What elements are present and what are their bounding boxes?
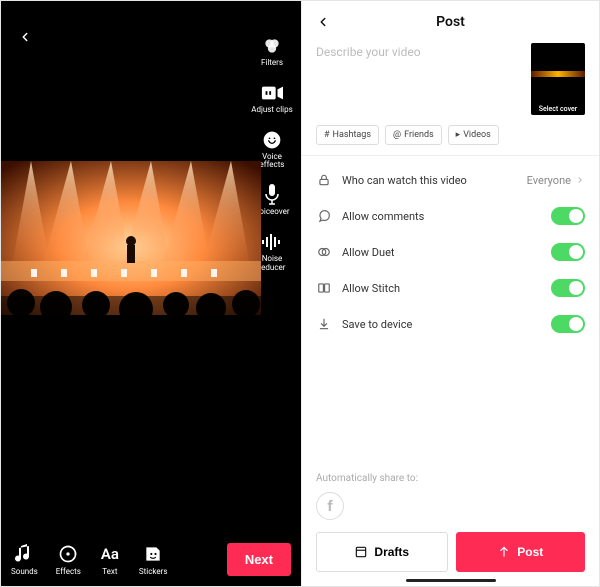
stickers-label: Stickers: [139, 567, 168, 576]
comments-label: Allow comments: [342, 210, 424, 223]
drafts-icon: [354, 545, 368, 559]
text-tool[interactable]: Aa Text: [99, 543, 121, 576]
save-label: Save to device: [342, 318, 412, 331]
privacy-row[interactable]: Who can watch this video Everyone: [316, 162, 585, 198]
stickers-icon: [142, 543, 164, 565]
home-indicator: [406, 579, 496, 582]
comment-icon: [316, 208, 332, 224]
mention-icon: @: [393, 131, 401, 140]
voice-effects-tool[interactable]: Voice effects: [260, 129, 285, 171]
drafts-button[interactable]: Drafts: [316, 532, 448, 572]
hashtags-label: Hashtags: [333, 130, 371, 140]
hashtags-chip[interactable]: # Hashtags: [316, 125, 379, 145]
description-input[interactable]: Describe your video: [316, 43, 523, 103]
bottom-tools: Sounds Effects Aa Text: [11, 543, 167, 576]
editor-panel: Filters Adjust clips Voice effects Voice…: [1, 1, 301, 586]
noise-reducer-label: Noise reducer: [259, 255, 286, 273]
cover-thumbnail: [531, 71, 585, 77]
post-panel: Post Describe your video Select cover # …: [301, 1, 599, 586]
hashtag-icon: #: [324, 131, 330, 140]
stitch-icon: [316, 280, 332, 296]
cover-selector[interactable]: Select cover: [531, 43, 585, 115]
comments-row: Allow comments: [316, 198, 585, 234]
share-section: Automatically share to: f: [316, 473, 585, 520]
drafts-label: Drafts: [374, 545, 409, 559]
duet-toggle[interactable]: [551, 243, 585, 261]
adjust-clips-icon: [261, 82, 283, 104]
action-buttons: Drafts Post: [316, 532, 585, 572]
duet-icon: [316, 244, 332, 260]
post-label: Post: [517, 545, 543, 559]
stitch-toggle[interactable]: [551, 279, 585, 297]
bottom-toolbar: Sounds Effects Aa Text: [1, 543, 301, 576]
page-title: Post: [436, 14, 465, 30]
friends-label: Friends: [404, 130, 434, 140]
effects-icon: [57, 543, 79, 565]
chevron-left-icon: [316, 15, 330, 29]
chip-row: # Hashtags @ Friends ▸ Videos: [302, 125, 599, 155]
duet-row: Allow Duet: [316, 234, 585, 270]
description-row: Describe your video Select cover: [302, 43, 599, 125]
music-note-icon: [13, 543, 35, 565]
post-button[interactable]: Post: [456, 532, 586, 572]
microphone-icon: [261, 184, 283, 206]
text-icon: Aa: [99, 543, 121, 565]
voice-effects-label: Voice effects: [260, 153, 285, 171]
filters-icon: [261, 35, 283, 57]
stitch-label: Allow Stitch: [342, 282, 400, 295]
screenshot-container: Filters Adjust clips Voice effects Voice…: [0, 0, 600, 587]
privacy-value: Everyone: [527, 174, 571, 187]
post-header: Post: [302, 1, 599, 43]
stitch-row: Allow Stitch: [316, 270, 585, 306]
next-button[interactable]: Next: [227, 543, 291, 576]
videos-chip[interactable]: ▸ Videos: [448, 125, 499, 145]
noise-reducer-tool[interactable]: Noise reducer: [259, 231, 286, 273]
sounds-label: Sounds: [11, 567, 38, 576]
facebook-icon: f: [327, 497, 332, 515]
lock-icon: [316, 172, 332, 188]
comments-toggle[interactable]: [551, 207, 585, 225]
save-toggle[interactable]: [551, 315, 585, 333]
save-row: Save to device: [316, 306, 585, 342]
play-icon: ▸: [456, 131, 461, 140]
adjust-clips-label: Adjust clips: [251, 106, 292, 115]
cover-label: Select cover: [531, 105, 585, 113]
effects-tool[interactable]: Effects: [56, 543, 81, 576]
chevron-left-icon: [18, 30, 32, 44]
privacy-label: Who can watch this video: [342, 174, 467, 187]
adjust-clips-tool[interactable]: Adjust clips: [251, 82, 292, 115]
share-label: Automatically share to:: [316, 473, 585, 484]
text-label: Text: [102, 567, 117, 576]
stickers-tool[interactable]: Stickers: [139, 543, 168, 576]
post-icon: [497, 545, 511, 559]
filters-label: Filters: [261, 59, 283, 68]
noise-reducer-icon: [261, 231, 283, 253]
settings-list: Who can watch this video Everyone Allow …: [302, 156, 599, 342]
sounds-tool[interactable]: Sounds: [11, 543, 38, 576]
chevron-right-icon: [575, 175, 585, 185]
duet-label: Allow Duet: [342, 246, 395, 259]
video-preview[interactable]: [1, 161, 261, 315]
back-button[interactable]: [312, 11, 334, 33]
download-icon: [316, 316, 332, 332]
voice-effects-icon: [261, 129, 283, 151]
filters-tool[interactable]: Filters: [261, 35, 283, 68]
back-button[interactable]: [13, 25, 37, 49]
effects-label: Effects: [56, 567, 81, 576]
friends-chip[interactable]: @ Friends: [385, 125, 442, 145]
videos-label: Videos: [463, 130, 491, 140]
facebook-share-button[interactable]: f: [316, 492, 344, 520]
